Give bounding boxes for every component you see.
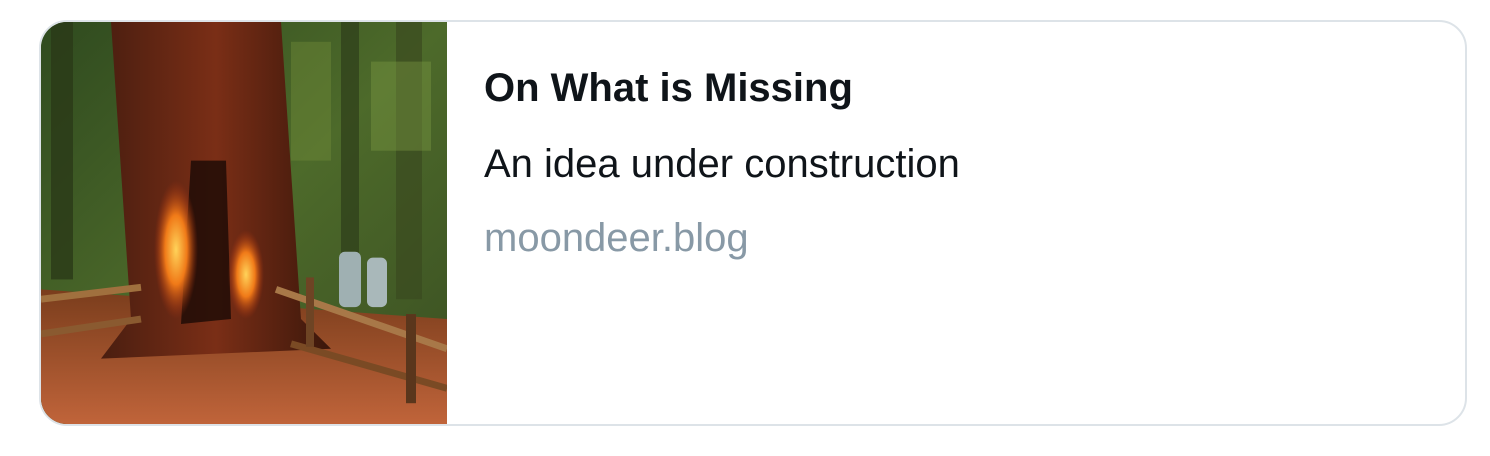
link-preview-card[interactable]: On What is Missing An idea under constru…	[39, 20, 1467, 426]
card-description: An idea under construction	[484, 142, 960, 186]
card-thumbnail-image	[41, 22, 447, 424]
card-title[interactable]: On What is Missing	[484, 62, 1465, 114]
card-text-block: On What is Missing An idea under constru…	[447, 22, 1465, 424]
card-domain[interactable]: moondeer.blog	[484, 212, 1465, 264]
